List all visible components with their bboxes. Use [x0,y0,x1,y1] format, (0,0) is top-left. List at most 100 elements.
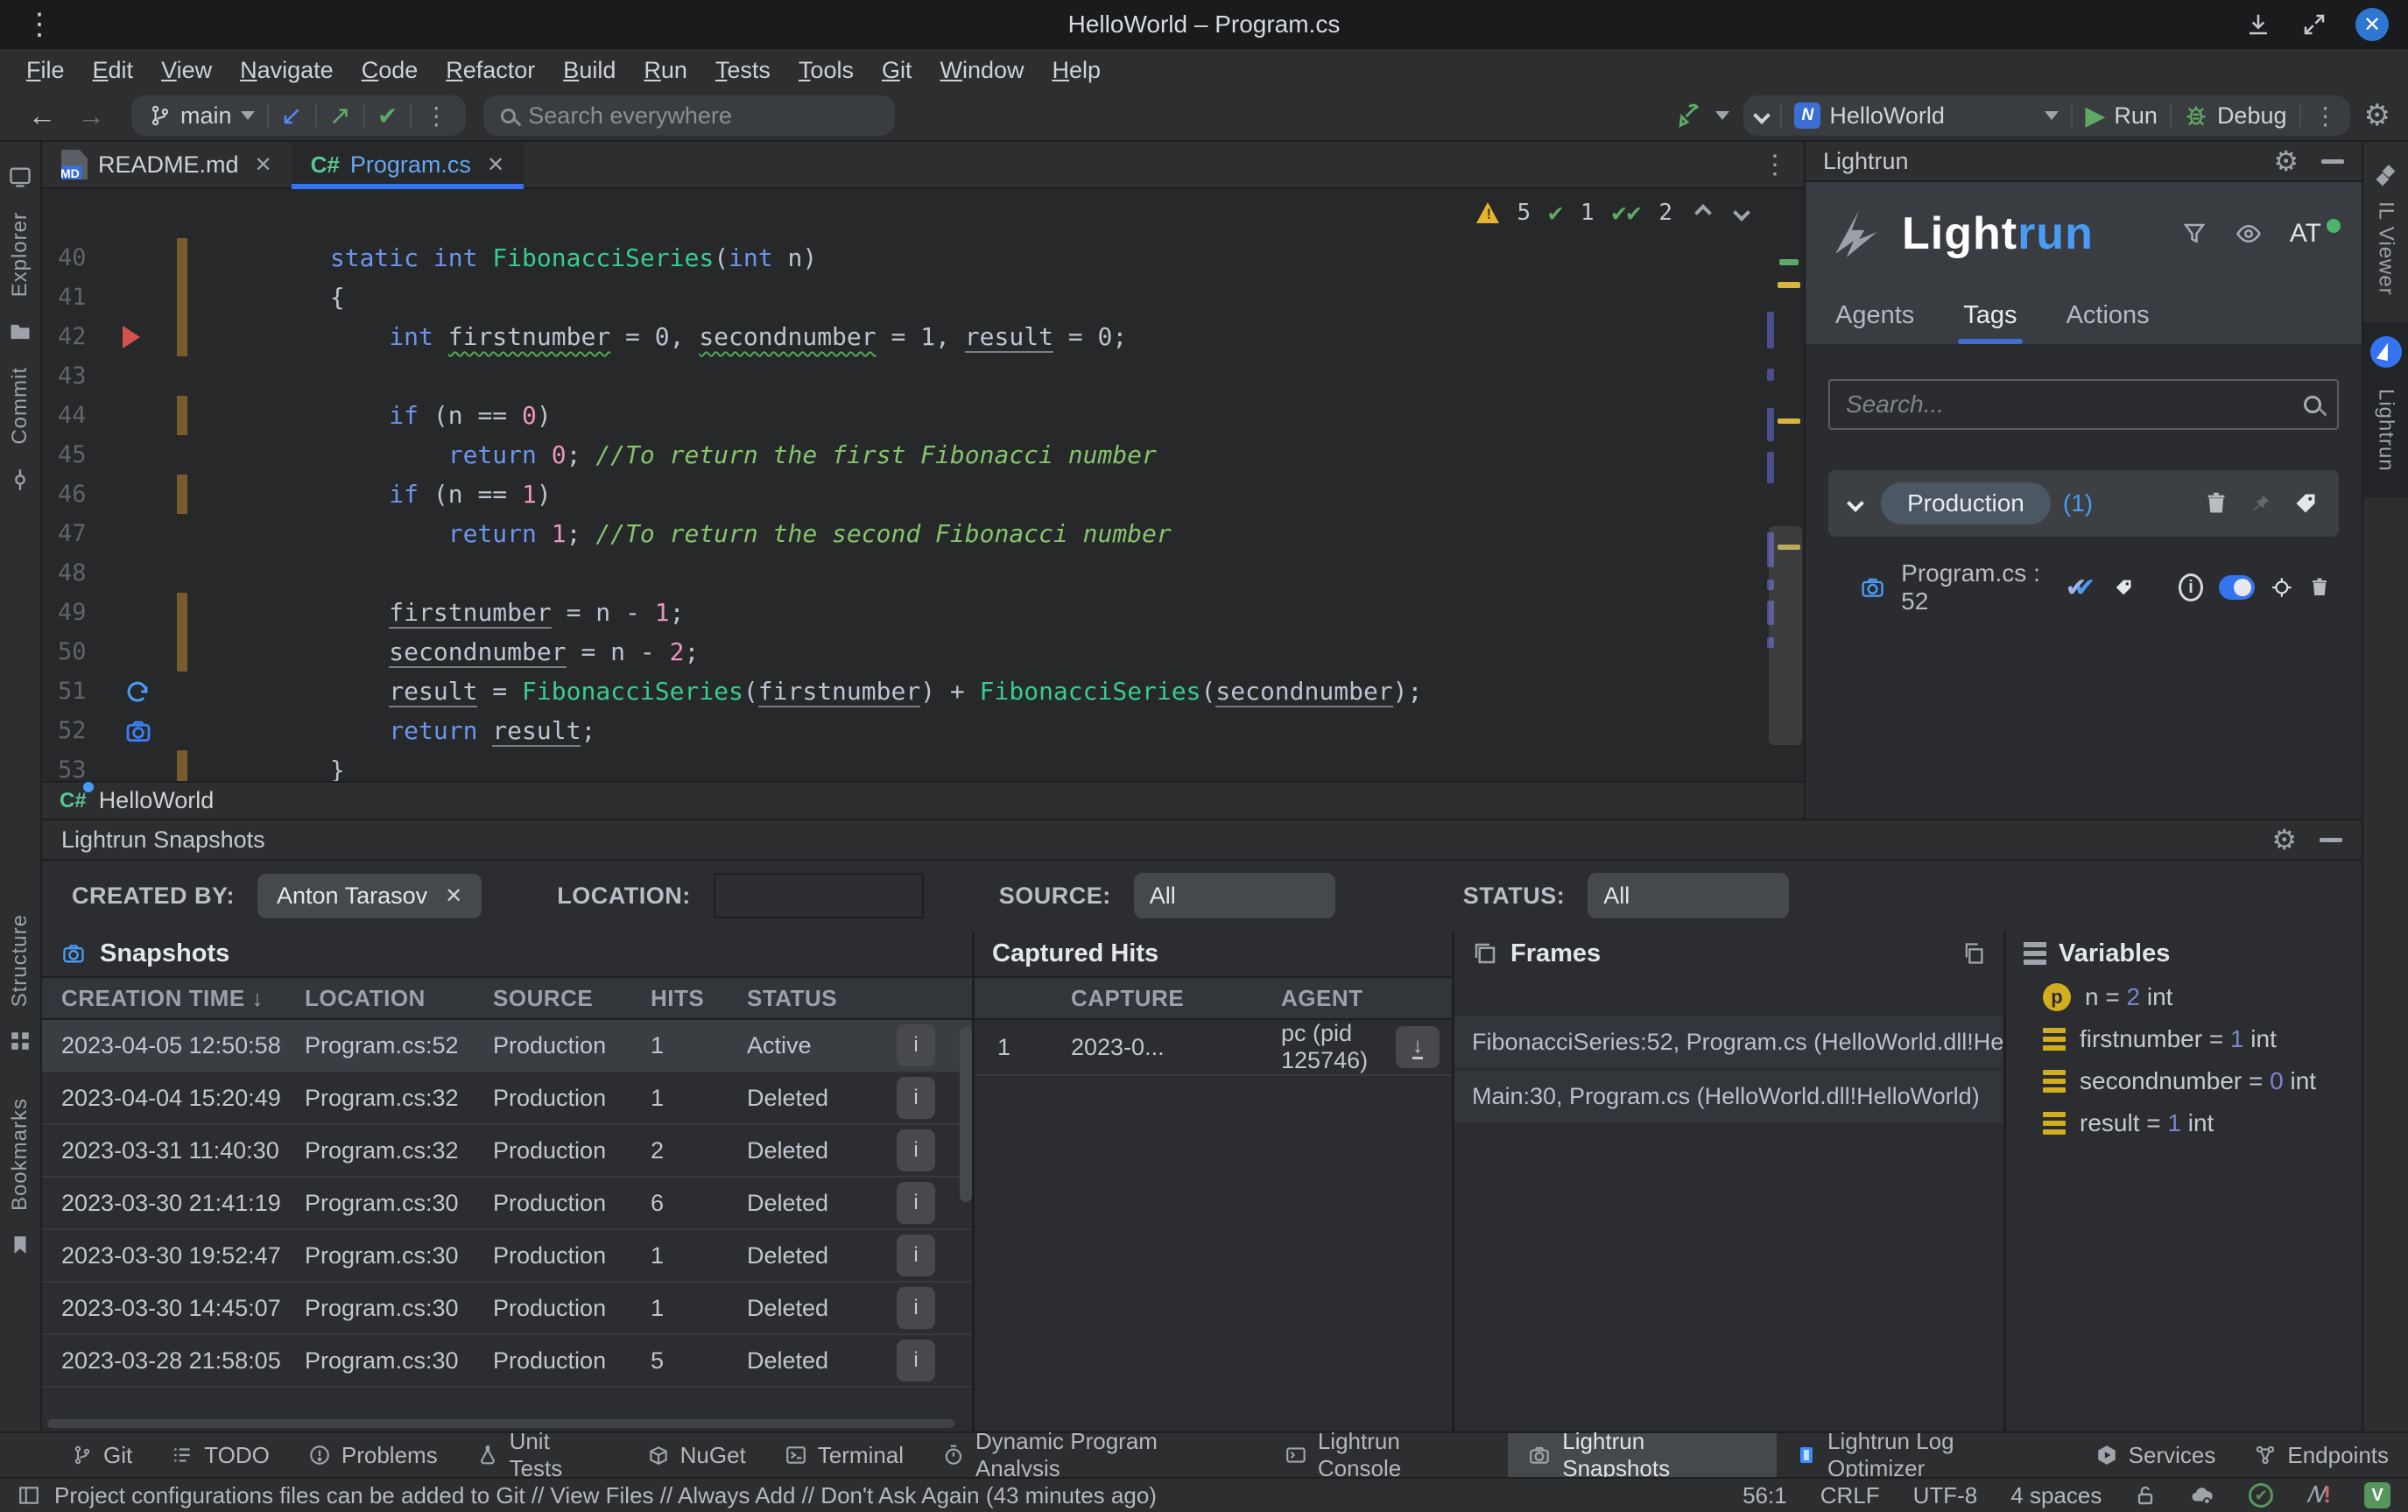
line-number[interactable]: 46 [42,481,123,508]
sidebar-item-structure[interactable]: Structure [8,914,32,1007]
tab-readme[interactable]: MD README.md ✕ [42,142,292,187]
variable-row[interactable]: result = 1 int [2006,1102,2362,1144]
toolwindow-button-problems[interactable]: Problems [289,1433,457,1477]
toolwindow-button-dynamic-program-analysis[interactable]: Dynamic Program Analysis [923,1433,1265,1477]
trash-icon[interactable] [2204,490,2228,517]
info-button[interactable]: i [897,1024,935,1066]
code-line-53[interactable]: 53 } [42,750,1804,781]
gutter-icon-slot[interactable] [123,435,177,475]
column-status[interactable]: STATUS [747,985,891,1012]
menu-item-run[interactable]: Run [631,53,700,88]
code-text[interactable]: return result; [212,716,595,745]
line-number[interactable]: 44 [42,402,123,429]
line-number[interactable]: 40 [42,244,123,271]
gutter-icon-slot[interactable] [123,632,177,672]
code-line-44[interactable]: 44 if (n == 0) [42,396,1804,435]
sidebar-item-il-viewer[interactable]: IL Viewer [2363,151,2408,322]
code-line-50[interactable]: 50 secondnumber = n - 2; [42,632,1804,672]
run-button[interactable]: ▶Run [2073,95,2170,136]
column-hits[interactable]: HITS [651,985,747,1012]
scrollbar-thumb[interactable] [1769,526,1802,745]
gutter-icon-slot[interactable] [123,750,177,781]
target-icon[interactable] [2271,574,2293,601]
back-icon[interactable]: ← [28,100,56,132]
line-number[interactable]: 43 [42,362,123,390]
snapshot-camera-icon[interactable] [123,717,154,745]
code-text[interactable]: static int FibonacciSeries(int n) [212,243,817,272]
enabled-toggle[interactable] [2219,575,2255,600]
code-text[interactable]: return 1; //To return the second Fibonac… [212,519,1172,548]
toolwindow-button-services[interactable]: Services [2076,1433,2235,1477]
toolwindow-button-lightrun-console[interactable]: Lightrun Console [1265,1433,1508,1477]
expand-chevron-icon[interactable] [1847,495,1864,512]
code-line-42[interactable]: 42 int firstnumber = 0, secondnumber = 1… [42,317,1804,356]
code-text[interactable]: } [212,756,345,781]
status-filter-dropdown[interactable]: All [1588,873,1789,918]
file-encoding[interactable]: UTF-8 [1913,1482,1978,1509]
toolwindow-button-lightrun-log-optimizer[interactable]: Lightrun Log Optimizer [1777,1433,2076,1477]
prev-issue-icon[interactable] [1694,204,1712,222]
code-line-46[interactable]: 46 if (n == 1) [42,475,1804,514]
location-filter-input[interactable] [714,873,924,918]
column-location[interactable]: LOCATION [305,985,493,1012]
close-icon[interactable]: ✕ [487,152,504,178]
fullscreen-icon[interactable] [2299,10,2329,39]
gutter-icon-slot[interactable] [123,317,177,356]
sidebar-item-explorer[interactable]: Explorer [8,212,32,297]
line-number[interactable]: 48 [42,559,123,587]
inspections-ok-icon[interactable]: ✔ [2249,1483,2273,1508]
run-configuration-selector[interactable]: N HelloWorld [1782,95,2071,136]
search-everywhere[interactable]: Search everywhere [483,95,895,136]
lightrun-tab-agents[interactable]: Agents [1835,301,1914,344]
commit-button[interactable]: ✔ [365,95,410,136]
lightrun-tab-actions[interactable]: Actions [2067,301,2150,344]
code-text[interactable]: result = FibonacciSeries(firstnumber) + … [212,677,1422,706]
push-button[interactable]: ↗ [317,95,363,136]
trash-icon[interactable] [2309,574,2330,601]
info-button[interactable]: i [897,1129,935,1171]
gutter-icon-slot[interactable] [123,278,177,317]
tag-name-pill[interactable]: Production [1881,482,2051,524]
update-project-button[interactable]: ↙ [269,95,315,136]
toolwindow-button-endpoints[interactable]: Endpoints [2235,1433,2408,1477]
copy-icon[interactable] [1961,941,1986,966]
sidebar-item-commit[interactable]: Commit [8,367,32,445]
line-number[interactable]: 53 [42,756,123,781]
code-line-40[interactable]: 40 static int FibonacciSeries(int n) [42,238,1804,278]
tag-icon[interactable] [2114,576,2133,599]
snapshots-horizontal-scrollbar[interactable] [47,1419,954,1428]
sidebar-item-bookmarks[interactable]: Bookmarks [8,1098,32,1211]
counter-icon[interactable] [123,677,152,707]
code-line-52[interactable]: 52 return result; [42,711,1804,750]
commit-node-icon[interactable] [8,468,32,492]
line-number[interactable]: 50 [42,638,123,665]
toolwindow-button-git[interactable]: Git [53,1433,151,1477]
toolwindow-button-todo[interactable]: TODO [151,1433,289,1477]
branch-selector[interactable]: main [137,95,267,136]
tag-icon[interactable] [2293,491,2318,516]
snapshot-row[interactable]: 2023-04-04 15:20:49Program.cs:32Producti… [42,1072,972,1125]
menu-item-code[interactable]: Code [349,53,431,88]
panel-settings-gear-icon[interactable]: ⚙ [2271,823,2297,856]
build-chevron-icon[interactable] [1715,111,1729,120]
menu-item-help[interactable]: Help [1040,53,1114,88]
gutter-icon-slot[interactable] [123,238,177,278]
toolwindow-button-unit-tests[interactable]: Unit Tests [457,1433,628,1477]
profiler-icon[interactable]: 𝑁! [2306,1481,2331,1509]
gutter-icon-slot[interactable] [123,396,177,435]
info-icon[interactable]: i [2179,573,2203,601]
snapshots-vertical-scrollbar[interactable] [960,1027,972,1202]
toolwindow-button-nuget[interactable]: NuGet [628,1433,765,1477]
clear-filter-icon[interactable]: ✕ [445,883,462,909]
tab-program-cs[interactable]: C# Program.cs ✕ [292,142,524,187]
frame-row[interactable]: FibonacciSeries:52, Program.cs (HelloWor… [1454,1016,2003,1071]
debug-button[interactable]: Debug [2172,95,2299,136]
code-line-49[interactable]: 49 firstnumber = n - 1; [42,593,1804,632]
execution-pointer-icon[interactable] [123,326,140,348]
variable-row[interactable]: secondnumber = 0 int [2006,1060,2362,1102]
code-text[interactable]: firstnumber = n - 1; [212,598,684,627]
menu-item-build[interactable]: Build [551,53,628,88]
menu-item-tools[interactable]: Tools [786,53,866,88]
gutter-icon-slot[interactable] [123,356,177,396]
captured-hit-row[interactable]: 12023-0...pc (pid 125746)↓ [975,1020,1452,1076]
